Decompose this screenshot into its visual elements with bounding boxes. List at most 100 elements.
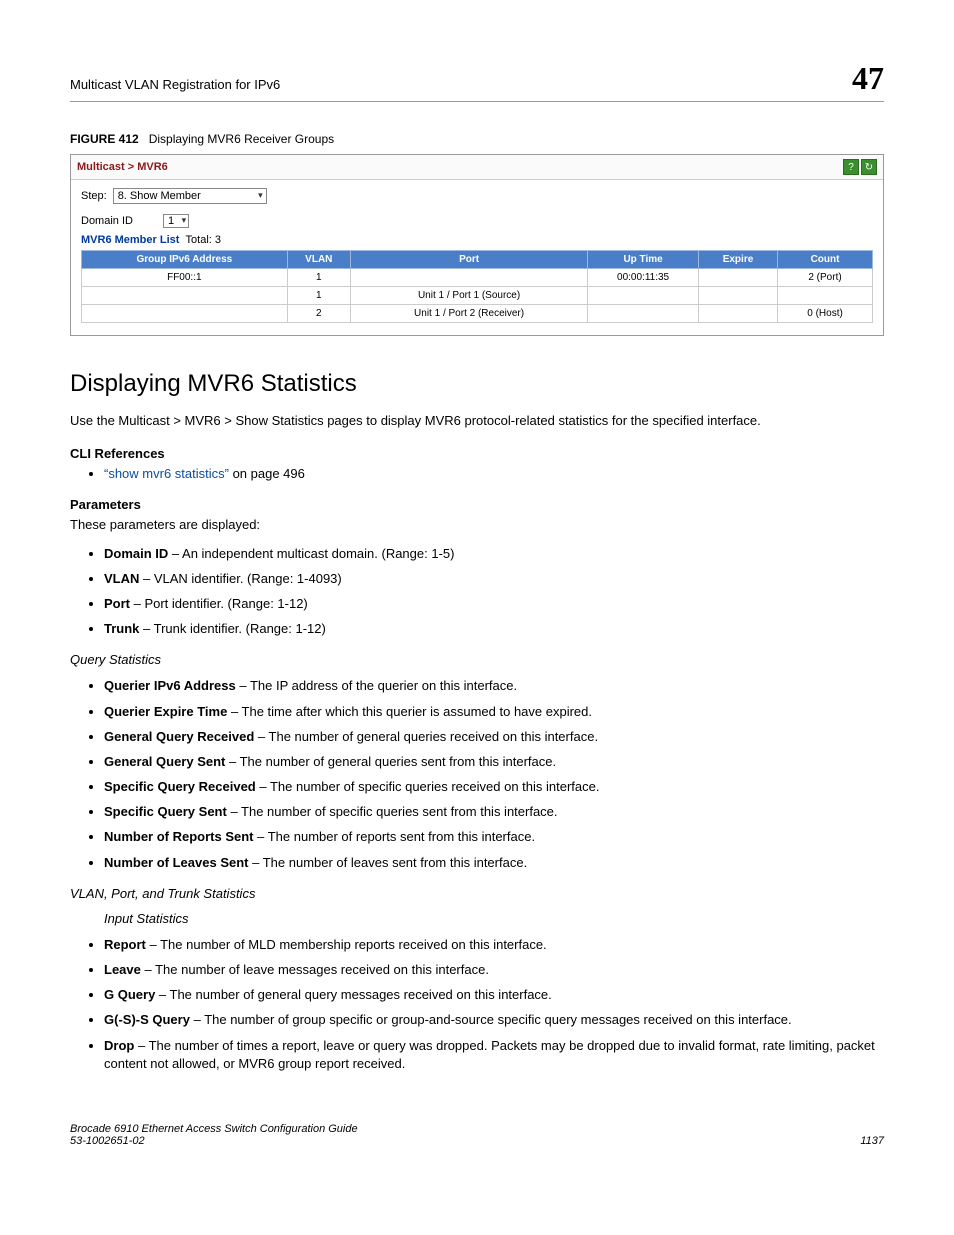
step-label: Step:: [81, 190, 107, 202]
table-cell: FF00::1: [82, 269, 288, 287]
breadcrumb: Multicast > MVR6: [77, 161, 168, 173]
param-term: Querier Expire Time: [104, 704, 227, 719]
param-desc: – The number of leaves sent from this in…: [249, 855, 528, 870]
list-item: Report – The number of MLD membership re…: [104, 936, 884, 954]
param-term: Leave: [104, 962, 141, 977]
list-item: G(-S)-S Query – The number of group spec…: [104, 1011, 884, 1029]
table-row: FF00::1100:00:11:352 (Port): [82, 269, 873, 287]
footer-doc-title: Brocade 6910 Ethernet Access Switch Conf…: [70, 1123, 358, 1135]
param-term: Report: [104, 937, 146, 952]
param-desc: – The number of specific queries sent fr…: [227, 804, 558, 819]
list-item: Specific Query Received – The number of …: [104, 778, 884, 796]
param-term: Number of Leaves Sent: [104, 855, 249, 870]
member-list-title: MVR6 Member List Total: 3: [81, 234, 873, 246]
param-desc: – The number of specific queries receive…: [256, 779, 600, 794]
panel-body: Step: 8. Show Member Domain ID 1 MVR6 Me…: [71, 180, 883, 335]
list-item: Number of Leaves Sent – The number of le…: [104, 854, 884, 872]
cli-references-heading: CLI References: [70, 446, 884, 461]
col-port: Port: [350, 251, 587, 269]
param-desc: – The number of general query messages r…: [155, 987, 551, 1002]
cli-link-suffix: on page 496: [229, 466, 305, 481]
param-desc: – The number of reports sent from this i…: [254, 829, 536, 844]
list-item: Querier Expire Time – The time after whi…: [104, 703, 884, 721]
param-term: Trunk: [104, 621, 139, 636]
param-desc: – The time after which this querier is a…: [227, 704, 592, 719]
list-item: Specific Query Sent – The number of spec…: [104, 803, 884, 821]
list-total: Total: 3: [186, 234, 221, 246]
domain-label: Domain ID: [81, 215, 133, 227]
step-select[interactable]: 8. Show Member: [113, 188, 267, 204]
panel-header: Multicast > MVR6 ? ↻: [71, 155, 883, 180]
table-cell: [350, 269, 587, 287]
col-vlan: VLAN: [287, 251, 350, 269]
list-item: Domain ID – An independent multicast dom…: [104, 545, 884, 563]
figure-panel: Multicast > MVR6 ? ↻ Step: 8. Show Membe…: [70, 154, 884, 336]
section-title: Multicast VLAN Registration for IPv6: [70, 77, 280, 92]
step-row: Step: 8. Show Member: [81, 188, 873, 204]
footer-page-number: 1137: [860, 1135, 884, 1147]
table-cell: [588, 287, 699, 305]
col-group: Group IPv6 Address: [82, 251, 288, 269]
table-cell: [698, 305, 777, 323]
param-desc: – The number of general queries received…: [254, 729, 598, 744]
col-count: Count: [778, 251, 873, 269]
param-desc: – The number of general queries sent fro…: [225, 754, 556, 769]
table-header-row: Group IPv6 Address VLAN Port Up Time Exp…: [82, 251, 873, 269]
table-cell: [82, 305, 288, 323]
table-cell: [698, 287, 777, 305]
figure-caption-text: Displaying MVR6 Receiver Groups: [149, 132, 334, 146]
param-term: Querier IPv6 Address: [104, 678, 236, 693]
list-item: General Query Sent – The number of gener…: [104, 753, 884, 771]
list-item: Port – Port identifier. (Range: 1-12): [104, 595, 884, 613]
param-desc: – Trunk identifier. (Range: 1-12): [139, 621, 325, 636]
list-title: MVR6 Member List: [81, 234, 179, 246]
figure-caption: FIGURE 412 Displaying MVR6 Receiver Grou…: [70, 132, 884, 146]
query-statistics-list: Querier IPv6 Address – The IP address of…: [70, 677, 884, 872]
table-cell: 0 (Host): [778, 305, 873, 323]
page-header: Multicast VLAN Registration for IPv6 47: [70, 60, 884, 102]
help-icon[interactable]: ?: [843, 159, 859, 175]
table-cell: Unit 1 / Port 2 (Receiver): [350, 305, 587, 323]
param-term: Specific Query Sent: [104, 804, 227, 819]
parameters-intro: These parameters are displayed:: [70, 516, 884, 534]
param-term: Number of Reports Sent: [104, 829, 254, 844]
table-cell: 1: [287, 287, 350, 305]
param-desc: – The number of leave messages received …: [141, 962, 489, 977]
param-desc: – Port identifier. (Range: 1-12): [130, 596, 308, 611]
query-statistics-heading: Query Statistics: [70, 652, 884, 667]
list-item: Leave – The number of leave messages rec…: [104, 961, 884, 979]
refresh-icon[interactable]: ↻: [861, 159, 877, 175]
param-term: General Query Received: [104, 729, 254, 744]
table-cell: Unit 1 / Port 1 (Source): [350, 287, 587, 305]
cli-link[interactable]: “show mvr6 statistics”: [104, 466, 229, 481]
page-footer: Brocade 6910 Ethernet Access Switch Conf…: [70, 1123, 884, 1147]
parameters-list: Domain ID – An independent multicast dom…: [70, 545, 884, 639]
param-desc: – VLAN identifier. (Range: 1-4093): [139, 571, 341, 586]
domain-row: Domain ID 1: [81, 214, 873, 228]
col-uptime: Up Time: [588, 251, 699, 269]
section-heading: Displaying MVR6 Statistics: [70, 370, 884, 398]
table-cell: [778, 287, 873, 305]
parameters-heading: Parameters: [70, 497, 884, 512]
param-term: General Query Sent: [104, 754, 225, 769]
footer-doc-number: 53-1002651-02: [70, 1135, 358, 1147]
table-cell: 2: [287, 305, 350, 323]
list-item: G Query – The number of general query me…: [104, 986, 884, 1004]
table-cell: 2 (Port): [778, 269, 873, 287]
table-cell: [82, 287, 288, 305]
param-desc: – The number of group specific or group-…: [190, 1012, 792, 1027]
param-desc: – The number of MLD membership reports r…: [146, 937, 547, 952]
param-term: G Query: [104, 987, 155, 1002]
list-item: VLAN – VLAN identifier. (Range: 1-4093): [104, 570, 884, 588]
table-row: 2Unit 1 / Port 2 (Receiver) 0 (Host): [82, 305, 873, 323]
list-item: Number of Reports Sent – The number of r…: [104, 828, 884, 846]
list-item: General Query Received – The number of g…: [104, 728, 884, 746]
domain-select[interactable]: 1: [163, 214, 189, 228]
member-table: Group IPv6 Address VLAN Port Up Time Exp…: [81, 250, 873, 323]
param-desc: – The number of times a report, leave or…: [104, 1038, 875, 1071]
param-desc: – An independent multicast domain. (Rang…: [168, 546, 454, 561]
input-statistics-list: Report – The number of MLD membership re…: [70, 936, 884, 1073]
cli-reference-list: “show mvr6 statistics” on page 496: [70, 465, 884, 483]
table-cell: 00:00:11:35: [588, 269, 699, 287]
param-term: VLAN: [104, 571, 139, 586]
